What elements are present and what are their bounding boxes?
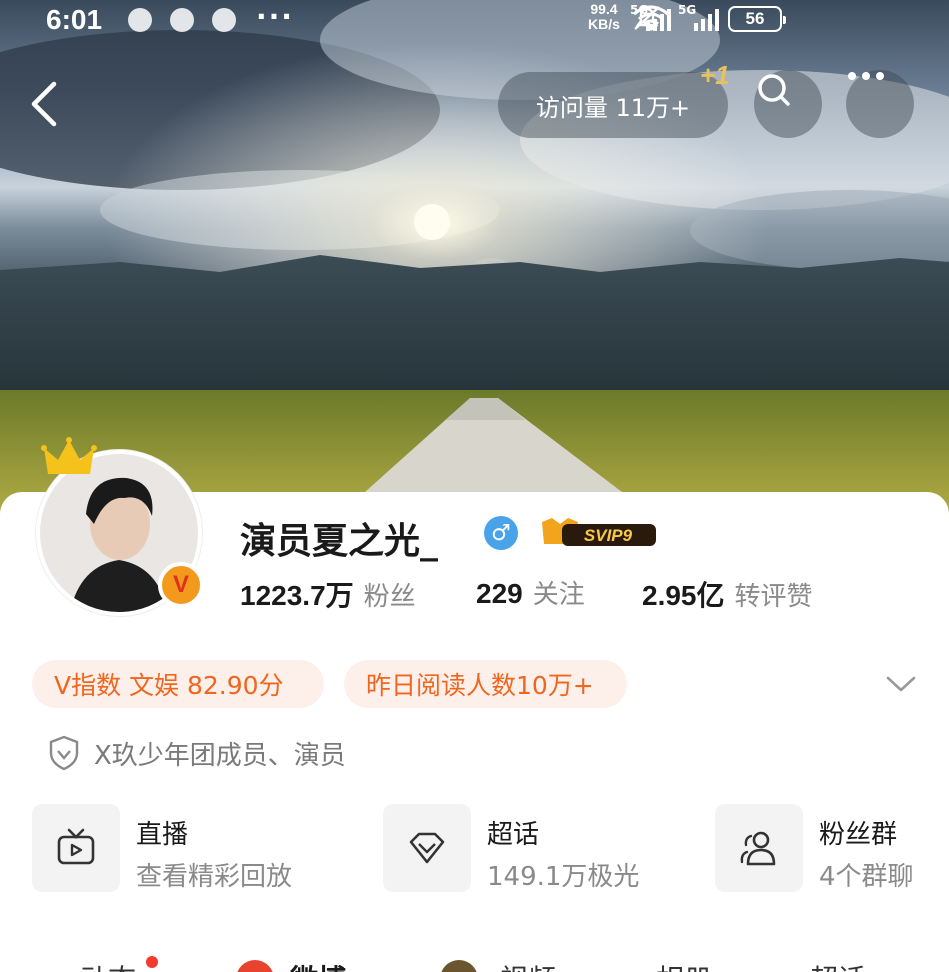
feature-live-title: 直播	[136, 820, 189, 850]
network-speed-value: 99.4	[590, 1, 618, 17]
stat-engagement-label: 转评赞	[734, 582, 813, 612]
chevron-left-icon	[31, 81, 57, 127]
status-time: 6:01	[46, 4, 103, 35]
svip-label: SVIP9	[584, 526, 633, 545]
search-button[interactable]	[754, 70, 822, 138]
notification-app-icon	[170, 8, 194, 32]
visit-plus-one-badge: +1	[700, 60, 730, 90]
profile-tab-bar: 动态 微博 视频 相册 超话	[0, 940, 949, 972]
stat-engagement-value: 2.95亿	[642, 580, 725, 611]
stat-followers[interactable]: 1223.7万 粉丝	[240, 574, 416, 614]
notification-app-icon	[128, 8, 152, 32]
verification-info: X玖少年团成员、演员	[48, 734, 346, 772]
v-index-pill[interactable]: V指数 文娱 82.90分	[32, 660, 324, 708]
verified-v-badge: V	[158, 562, 204, 608]
tab-album[interactable]: 相册	[656, 958, 712, 972]
stat-followers-label: 粉丝	[363, 582, 416, 612]
status-notification-icons	[128, 8, 236, 32]
cover-image[interactable]: 6:01 ··· 99.4 KB/s 5G 5G 56 访问量 11万+ +1	[0, 0, 949, 520]
visit-count-button[interactable]: 访问量 11万+	[498, 72, 728, 138]
shield-icon	[49, 735, 79, 771]
notification-app-icon	[212, 8, 236, 32]
diamond-icon	[409, 832, 445, 864]
feature-super-topic-title: 超话	[487, 820, 540, 850]
group-icon	[740, 831, 776, 866]
feature-fan-group-icon-box	[715, 804, 803, 892]
status-more-indicator: ···	[256, 0, 294, 33]
tab-super-topic[interactable]: 超话	[810, 958, 866, 972]
daily-reads-pill[interactable]: 昨日阅读人数10万+	[344, 660, 627, 708]
back-button[interactable]	[24, 78, 68, 130]
network-speed-unit: KB/s	[588, 16, 620, 32]
stat-followers-value: 1223.7万	[240, 580, 354, 611]
tv-icon	[57, 828, 95, 865]
network-speed: 99.4 KB/s	[588, 2, 620, 32]
stat-engagement[interactable]: 2.95亿 转评赞	[642, 574, 813, 614]
tab-weibo[interactable]: 微博	[290, 958, 346, 972]
battery-indicator: 56	[728, 6, 786, 32]
video-tab-icon	[440, 960, 478, 972]
feature-live-icon-box	[32, 804, 120, 892]
tab-video[interactable]: 视频	[500, 958, 556, 972]
feature-super-topic-subtitle: 149.1万极光	[487, 862, 640, 892]
more-options-button[interactable]	[846, 70, 914, 138]
stat-following[interactable]: 229 关注	[476, 574, 585, 611]
more-dots-icon	[848, 72, 884, 80]
tab-feed-notification-dot	[146, 956, 158, 968]
stat-following-label: 关注	[532, 580, 585, 610]
wifi-icon	[632, 5, 670, 31]
feature-fan-group-title: 粉丝群	[819, 820, 898, 850]
verification-text: X玖少年团成员、演员	[94, 740, 346, 771]
cellular-signal-2-icon: 5G	[678, 3, 720, 31]
feature-live-subtitle: 查看精彩回放	[136, 862, 293, 892]
status-bar: 6:01 ··· 99.4 KB/s 5G 5G 56	[0, 0, 949, 40]
tab-feed[interactable]: 动态	[80, 958, 136, 972]
male-gender-icon: ♂	[484, 516, 518, 550]
search-icon	[758, 74, 790, 106]
crown-icon	[41, 437, 97, 474]
status-system-icons: 5G 5G 56	[630, 3, 786, 34]
chevron-down-icon[interactable]	[884, 670, 918, 698]
feature-fan-group-subtitle: 4个群聊	[819, 862, 914, 892]
feature-super-topic-icon-box	[383, 804, 471, 892]
avatar-container[interactable]: V	[34, 437, 206, 622]
stat-following-value: 229	[476, 578, 523, 609]
svip-badge[interactable]: SVIP9	[538, 516, 660, 550]
profile-username: 演员夏之光_	[240, 521, 439, 562]
weibo-logo-icon	[236, 960, 274, 972]
